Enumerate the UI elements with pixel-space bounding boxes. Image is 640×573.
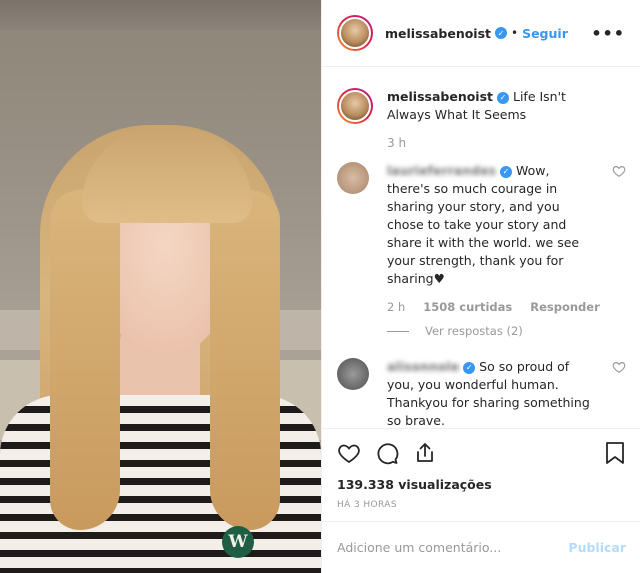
view-replies[interactable]: Ver respostas (2) (387, 324, 626, 338)
view-replies-label[interactable]: Ver respostas (2) (425, 324, 523, 338)
comment-text: Wow, there's so much courage in sharing … (387, 163, 580, 286)
heart-icon[interactable] (337, 441, 361, 465)
comment-input[interactable] (337, 540, 569, 555)
caption-text: melissabenoist ✓ Life Isn't Always What I… (387, 88, 607, 124)
comment-username[interactable]: alisonnole (387, 359, 459, 374)
action-icons (337, 439, 626, 467)
comment-icon[interactable] (375, 441, 399, 465)
verified-icon: ✓ (497, 91, 509, 104)
publish-button[interactable]: Publicar (568, 540, 626, 555)
hair-left (50, 190, 120, 530)
action-bar: 139.338 visualizações HÁ 3 HORAS (322, 428, 640, 510)
follow-button[interactable]: Seguir (522, 26, 568, 41)
comment-body: alisonnole ✓ So so proud of you, you wond… (387, 358, 592, 428)
comment-body: laurieferrandes ✓ Wow, there's so much co… (387, 162, 592, 288)
post-header: melissabenoist ✓ • Seguir ••• (322, 0, 640, 67)
background-wall (0, 0, 321, 30)
comment-time[interactable]: 2 h (387, 300, 405, 314)
comment-avatar[interactable] (337, 162, 369, 194)
post-timestamp[interactable]: HÁ 3 HORAS (337, 500, 626, 510)
caption: melissabenoist ✓ Life Isn't Always What I… (337, 88, 626, 124)
shirt-logo: W (222, 526, 254, 558)
header-username[interactable]: melissabenoist (385, 26, 491, 41)
comment-like-icon[interactable] (612, 360, 626, 374)
comment-likes[interactable]: 1508 curtidas (423, 300, 512, 314)
comment-item: laurieferrandes ✓ Wow, there's so much co… (337, 162, 626, 288)
comments-list[interactable]: melissabenoist ✓ Life Isn't Always What I… (322, 68, 640, 428)
caption-avatar[interactable] (337, 88, 373, 124)
caption-username[interactable]: melissabenoist (387, 89, 493, 104)
caption-timestamp[interactable]: 3 h (387, 136, 626, 150)
post-video[interactable]: W (0, 0, 321, 573)
comment-item: alisonnole ✓ So so proud of you, you wond… (337, 358, 626, 428)
comment-username[interactable]: laurieferrandes (387, 163, 496, 178)
separator-dot: • (511, 26, 519, 40)
add-comment-section: Publicar (322, 521, 640, 573)
comment-meta: 2 h 1508 curtidas Responder (387, 300, 626, 314)
bookmark-icon[interactable] (604, 441, 626, 465)
shirt-logo-text: W (228, 532, 248, 552)
avatar[interactable] (337, 15, 373, 51)
share-icon[interactable] (413, 441, 437, 465)
post-side-panel: melissabenoist ✓ • Seguir ••• melissaben… (321, 0, 640, 573)
more-options-icon[interactable]: ••• (591, 24, 625, 43)
comment-avatar[interactable] (337, 358, 369, 390)
replies-line (387, 330, 409, 332)
comment-like-icon[interactable] (612, 164, 626, 178)
hair-right (210, 190, 280, 530)
verified-icon: ✓ (495, 27, 507, 39)
view-count[interactable]: 139.338 visualizações (337, 477, 626, 492)
verified-icon: ✓ (463, 361, 476, 374)
reply-button[interactable]: Responder (530, 300, 600, 314)
verified-icon: ✓ (500, 165, 512, 178)
